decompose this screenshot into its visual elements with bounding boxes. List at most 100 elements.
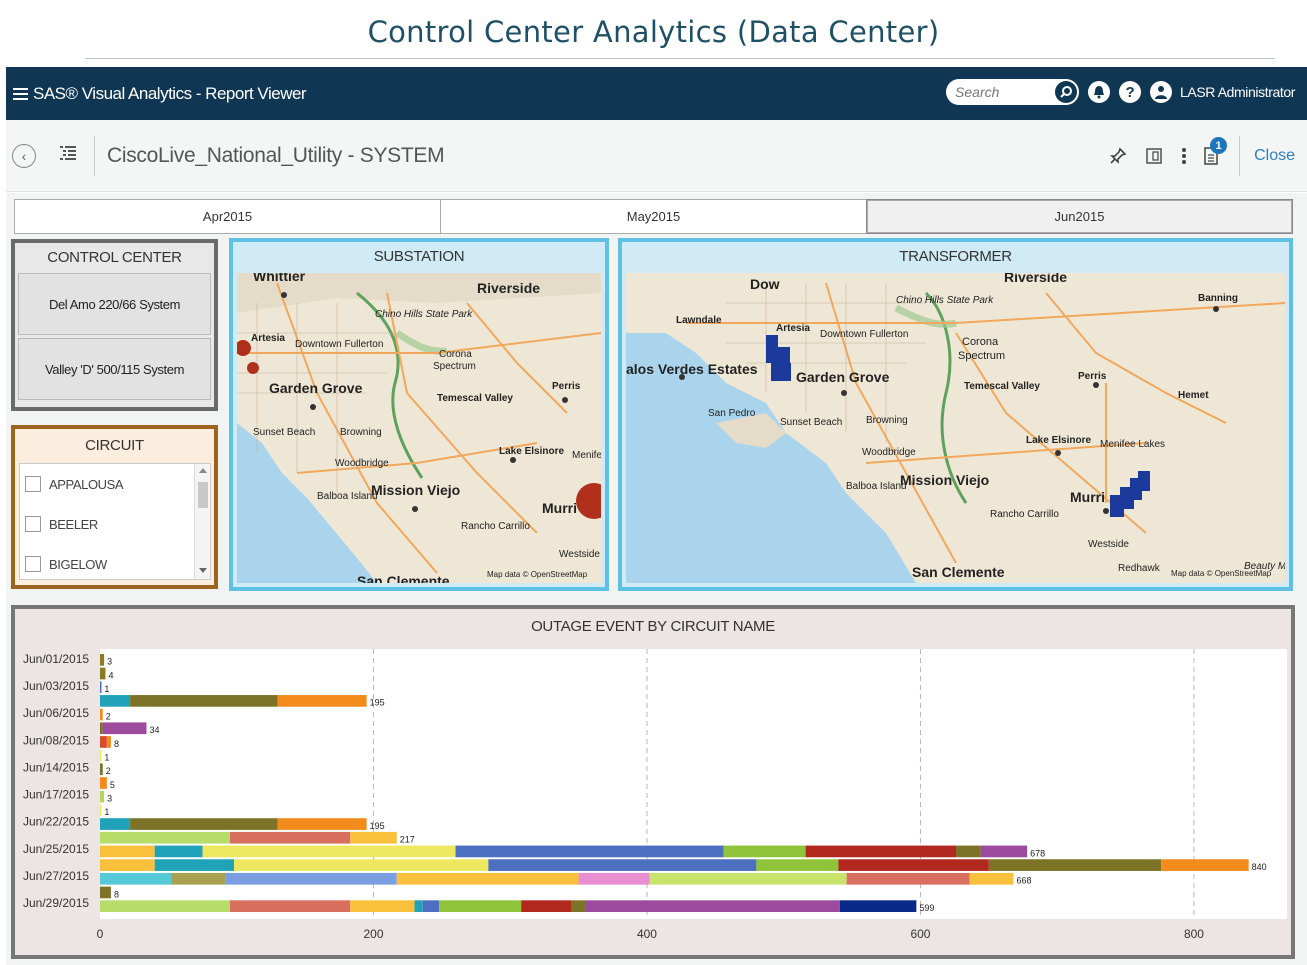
- app-bar-actions: ? LASR Administrator: [946, 79, 1295, 105]
- more-options-icon[interactable]: [1181, 147, 1187, 165]
- tab-apr2015[interactable]: Apr2015: [14, 199, 441, 234]
- circuit-item-bigelow[interactable]: BIGELOW: [20, 544, 210, 579]
- y-tick-label: Jun/01/2015: [23, 652, 89, 666]
- checkbox[interactable]: [25, 556, 41, 572]
- bar-segment: [969, 872, 1014, 885]
- bar-segment: [225, 872, 397, 885]
- bar-segment: [100, 831, 230, 844]
- tab-jun2015[interactable]: Jun2015: [866, 199, 1293, 234]
- map-label: Browning: [866, 415, 908, 426]
- bar-segment: [455, 845, 724, 858]
- bar-segment: [396, 872, 579, 885]
- scroll-up-icon[interactable]: [199, 468, 207, 473]
- month-tabs: Apr2015 May2015 Jun2015: [14, 199, 1293, 234]
- transformer-map-panel: TRANSFORMER Dow Riverside Banning Chino …: [618, 238, 1293, 591]
- control-center-item-del-amo[interactable]: Del Amo 220/66 System: [18, 273, 211, 335]
- caption-divider: [85, 58, 1275, 59]
- toolbar-divider: [94, 135, 95, 176]
- notifications-bell-icon[interactable]: [1088, 81, 1111, 103]
- hamburger-menu-icon[interactable]: [13, 87, 28, 100]
- close-link[interactable]: Close: [1239, 136, 1307, 176]
- map-label: Banning: [1198, 293, 1238, 304]
- bar-segment: [100, 749, 102, 762]
- report-notes-icon[interactable]: 1: [1203, 137, 1228, 166]
- bar-segment: [100, 736, 107, 748]
- back-icon[interactable]: ‹: [12, 143, 36, 168]
- map-label: Artesia: [251, 333, 285, 344]
- map-label: Rancho Carrillo: [461, 521, 530, 532]
- bar-segment: [414, 900, 423, 912]
- map-label: Spectrum: [958, 350, 1005, 362]
- y-tick-label: Jun/08/2015: [23, 733, 89, 747]
- map-label: Riverside: [477, 280, 540, 296]
- bar-segment: [234, 859, 489, 871]
- bar-segment: [100, 722, 103, 735]
- user-avatar-icon[interactable]: [1150, 81, 1173, 103]
- circuit-label: APPALOUSA: [49, 476, 124, 492]
- transformer-map-canvas: Dow Riverside Banning Chino Hills State …: [626, 273, 1285, 583]
- transformer-map[interactable]: Dow Riverside Banning Chino Hills State …: [626, 273, 1285, 583]
- bar-segment: [649, 872, 847, 885]
- checkbox[interactable]: [25, 476, 41, 492]
- checkbox[interactable]: [25, 516, 41, 532]
- map-label: San Clemente: [912, 564, 1005, 580]
- bar-segment: [578, 872, 650, 885]
- circuit-item-appalousa[interactable]: APPALOUSA: [20, 464, 210, 504]
- map-label: Rancho Carrillo: [990, 509, 1059, 520]
- circuit-panel: CIRCUIT APPALOUSA BEELER BIGELOW: [11, 425, 218, 589]
- control-center-item-valley-d[interactable]: Valley 'D' 500/115 System: [18, 338, 211, 400]
- scroll-thumb[interactable]: [198, 482, 208, 508]
- bar-segment: [521, 900, 572, 912]
- bar-segment: [422, 900, 440, 912]
- outline-list-icon[interactable]: [60, 145, 76, 166]
- map-label: Lawndale: [676, 315, 722, 326]
- x-tick-label: 800: [1184, 927, 1204, 941]
- panel-toggle-icon[interactable]: [1145, 147, 1163, 165]
- map-label: Redhawk: [1118, 563, 1161, 574]
- circuit-item-beeler[interactable]: BEELER: [20, 504, 210, 544]
- substation-map-canvas: Whittier Riverside Chino Hills State Par…: [237, 273, 601, 583]
- control-center-title: CONTROL CENTER: [47, 249, 182, 266]
- transformer-title: TRANSFORMER: [899, 248, 1012, 265]
- search-input[interactable]: [955, 84, 1056, 100]
- map-label: Mission Viejo: [900, 472, 989, 488]
- user-name[interactable]: LASR Administrator: [1180, 84, 1295, 100]
- map-label: Sunset Beach: [253, 427, 315, 438]
- bar-data-label: 3: [107, 657, 112, 667]
- bar-segment: [154, 859, 235, 871]
- map-label: Menifee Lakes: [1100, 439, 1165, 450]
- bar-data-label: 3: [107, 794, 112, 804]
- map-label: Hemet: [1178, 390, 1209, 401]
- substation-marker[interactable]: [247, 362, 259, 374]
- bar-segment: [350, 831, 397, 844]
- bar-segment: [100, 667, 106, 680]
- tab-may2015[interactable]: May2015: [440, 199, 867, 234]
- help-icon[interactable]: ?: [1119, 81, 1142, 103]
- pin-icon[interactable]: [1109, 147, 1127, 165]
- map-label: Riverside: [1004, 273, 1067, 285]
- x-tick-label: 0: [97, 927, 104, 941]
- search-box[interactable]: [946, 79, 1080, 105]
- substation-map[interactable]: Whittier Riverside Chino Hills State Par…: [237, 273, 601, 583]
- bar-segment: [571, 900, 586, 912]
- bar-segment: [846, 872, 970, 885]
- map-label: Balboa Island: [317, 491, 378, 502]
- bar-segment: [100, 859, 155, 871]
- map-label: Murri: [1070, 489, 1105, 505]
- y-tick-label: Jun/22/2015: [23, 815, 89, 829]
- bar-segment: [805, 845, 957, 858]
- circuit-list: APPALOUSA BEELER BIGELOW: [19, 463, 211, 580]
- map-label: Lake Elsinore: [499, 446, 564, 457]
- scroll-down-icon[interactable]: [199, 568, 207, 573]
- map-attribution: Map data © OpenStreetMap: [487, 570, 588, 579]
- bar-segment: [229, 900, 351, 912]
- circuit-title: CIRCUIT: [85, 437, 144, 454]
- circuit-scrollbar[interactable]: [194, 464, 210, 579]
- bar-segment: [350, 900, 415, 912]
- y-tick-label: Jun/06/2015: [23, 706, 89, 720]
- search-icon[interactable]: [1055, 81, 1078, 103]
- map-label: Dow: [750, 276, 780, 292]
- map-label: Temescal Valley: [964, 381, 1040, 392]
- report-title: CiscoLive_National_Utility - SYSTEM: [107, 143, 445, 167]
- map-label: Corona: [439, 349, 472, 360]
